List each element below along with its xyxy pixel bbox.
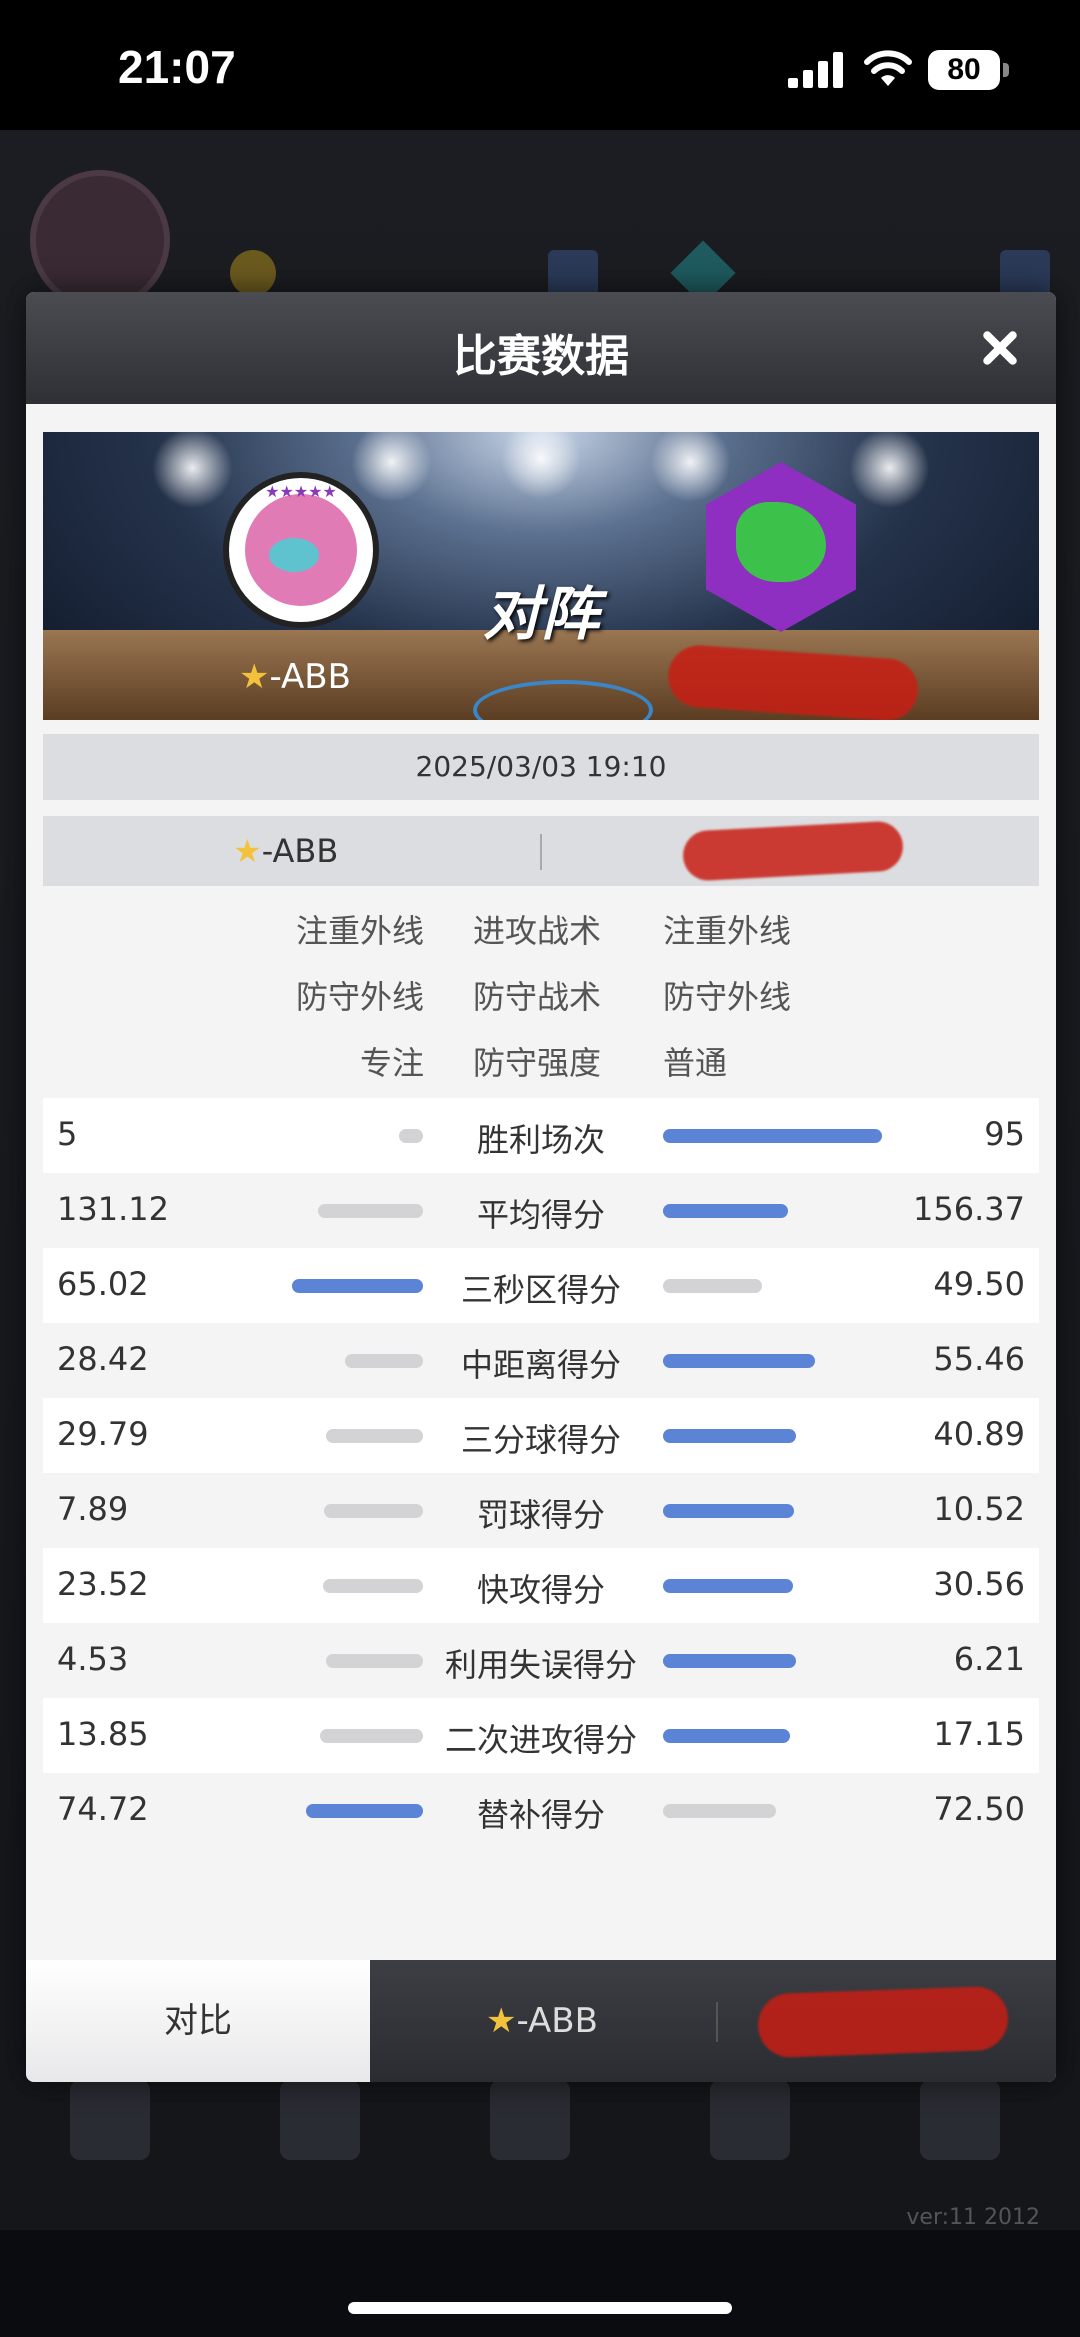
stat-row: 131.12 平均得分 156.37	[57, 1190, 1025, 1234]
right-stat-bar	[663, 1654, 796, 1668]
battery-icon: 80	[928, 50, 1010, 90]
right-stat-bar	[663, 1579, 793, 1593]
stat-row: 4.53 利用失误得分 6.21	[57, 1640, 1025, 1684]
left-stat-bar	[320, 1729, 423, 1743]
bottom-nav-item	[280, 2080, 360, 2160]
star-icon: ★	[233, 832, 262, 870]
tactic-row: 专注 防守强度 普通	[359, 1044, 728, 1082]
redacted-team-bar-right	[681, 820, 905, 882]
right-stat-bar	[663, 1729, 790, 1743]
left-team-name: ★-ABB	[239, 657, 351, 697]
left-stat-bar	[292, 1279, 423, 1293]
right-stat-bar	[663, 1204, 788, 1218]
left-stat-bar	[345, 1354, 423, 1368]
stat-row: 74.72 替补得分 72.50	[57, 1790, 1025, 1834]
right-stat-bar	[663, 1354, 815, 1368]
team-names-bar: ★-ABB	[43, 816, 1039, 886]
right-stat-bar	[663, 1279, 762, 1293]
star-icon: ★	[239, 657, 270, 697]
modal-header: 比赛数据	[26, 292, 1056, 404]
tab-left-team[interactable]: ★-ABB	[370, 1960, 714, 2082]
match-data-modal: 比赛数据 ★★★★★ 对阵 ★-ABB 2025/03/03 19:10 ★-A…	[26, 292, 1056, 2082]
stat-row: 5 胜利场次 95	[43, 1098, 1039, 1173]
add-coin-button	[548, 250, 598, 296]
modal-title: 比赛数据	[453, 331, 629, 382]
tactic-row: 注重外线 进攻战术 注重外线	[295, 912, 792, 950]
bottom-nav-item	[70, 2080, 150, 2160]
match-date: 2025/03/03 19:10	[43, 734, 1039, 800]
cellular-signal-icon	[788, 52, 843, 88]
stats-table: 5 胜利场次 95 131.12 平均得分 156.37 65.02 三秒区得分…	[43, 1098, 1039, 1848]
player-avatar	[30, 170, 170, 310]
right-stat-bar	[663, 1429, 796, 1443]
left-stat-bar	[323, 1579, 423, 1593]
redacted-tab-right	[756, 1985, 1010, 2059]
stat-row: 7.89 罚球得分 10.52	[57, 1490, 1025, 1534]
close-button[interactable]	[974, 322, 1026, 374]
add-gem-button	[1000, 250, 1050, 296]
status-time: 21:07	[118, 41, 236, 93]
left-stat-bar	[326, 1654, 423, 1668]
left-stat-bar	[306, 1804, 423, 1818]
stat-row: 23.52 快攻得分 30.56	[43, 1548, 1039, 1623]
stat-row: 13.85 二次进攻得分 17.15	[43, 1698, 1039, 1773]
version-label: ver:11 2012	[906, 2205, 1040, 2230]
tactic-row: 防守外线 防守战术 防守外线	[295, 978, 792, 1016]
stat-row: 28.42 中距离得分 55.46	[57, 1340, 1025, 1384]
status-bar: 21:07 80	[0, 0, 1080, 130]
matchup-banner: ★★★★★ 对阵 ★-ABB	[43, 432, 1039, 720]
vs-label: 对阵	[482, 580, 599, 648]
tab-compare[interactable]: 对比	[26, 1960, 370, 2082]
battery-level: 80	[928, 50, 1000, 90]
star-icon: ★	[486, 2001, 517, 2041]
left-stat-bar	[399, 1129, 423, 1143]
coin-icon	[230, 250, 276, 296]
right-stat-bar	[663, 1804, 776, 1818]
stat-row: 29.79 三分球得分 40.89	[43, 1398, 1039, 1473]
left-stat-bar	[324, 1504, 423, 1518]
team-bar-left-name: ★-ABB	[233, 832, 339, 870]
tactics-section: 注重外线 进攻战术 注重外线 防守外线 防守战术 防守外线 专注 防守强度 普通	[43, 898, 1039, 1096]
right-stat-bar	[663, 1129, 882, 1143]
home-indicator[interactable]	[348, 2302, 732, 2314]
modal-tab-bar: 对比 ★-ABB	[26, 1960, 1056, 2082]
left-stat-bar	[318, 1204, 423, 1218]
wifi-icon	[864, 50, 912, 86]
stat-row: 65.02 三秒区得分 49.50	[43, 1248, 1039, 1323]
left-stat-bar	[326, 1429, 423, 1443]
right-stat-bar	[663, 1504, 794, 1518]
bottom-nav-item	[920, 2080, 1000, 2160]
tab-right-team[interactable]	[718, 1960, 1056, 2082]
arena-lights	[43, 432, 1039, 552]
bottom-nav-item	[490, 2080, 570, 2160]
bottom-nav-item	[710, 2080, 790, 2160]
